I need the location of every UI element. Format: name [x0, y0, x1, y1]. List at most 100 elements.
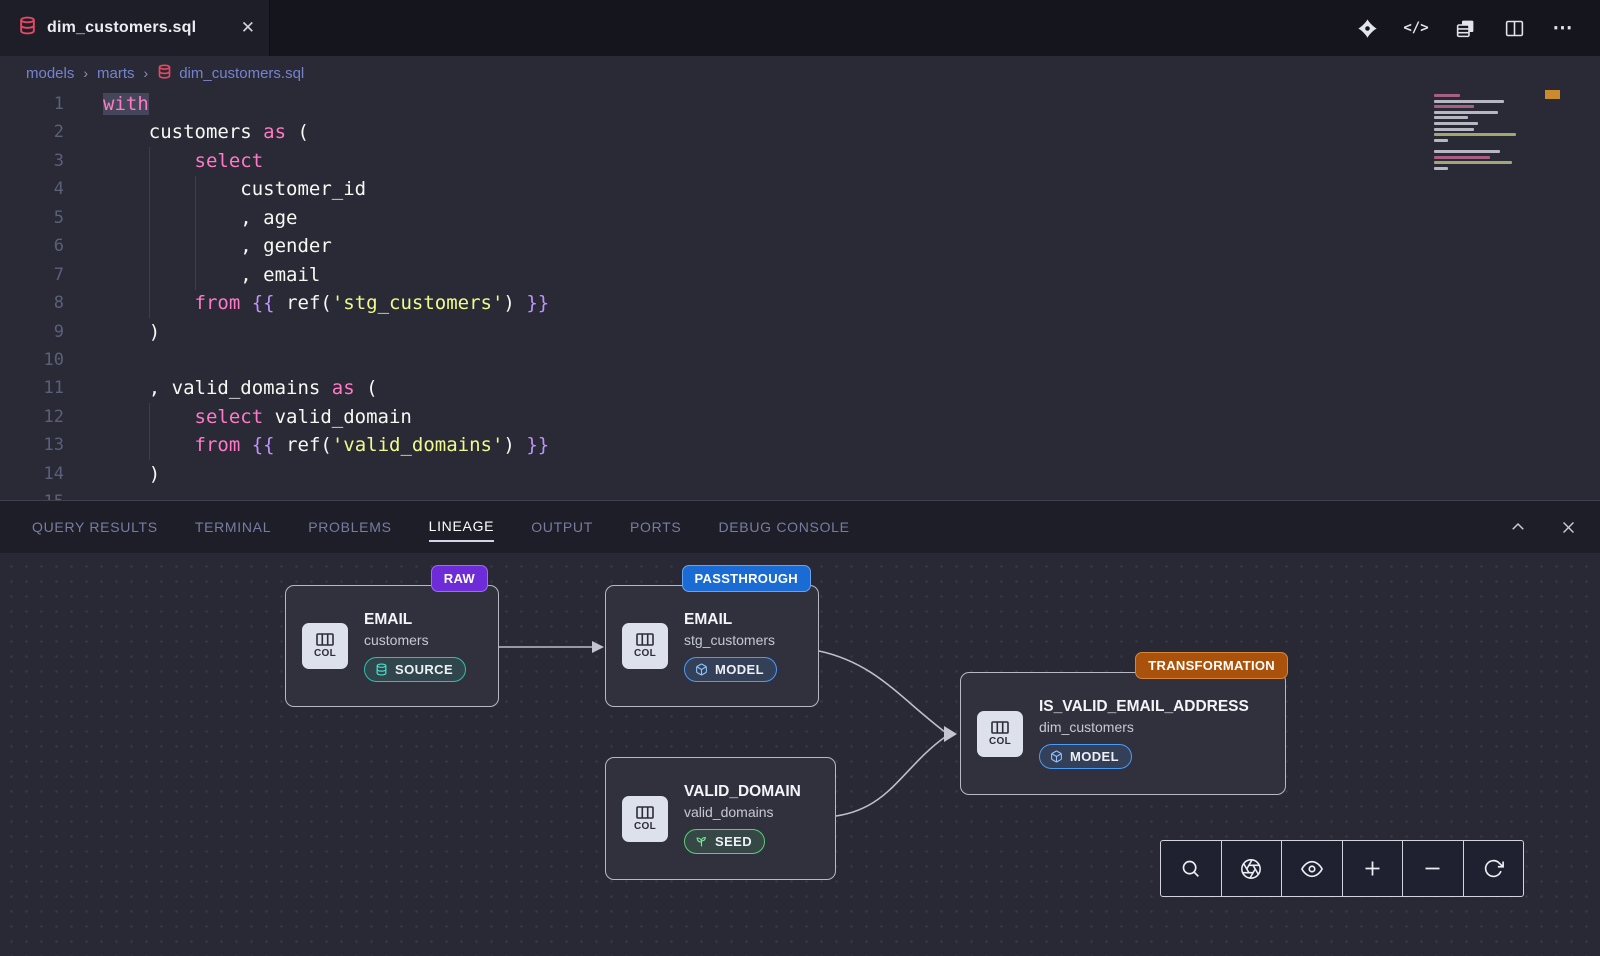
code-line[interactable]: 11 , valid_domains as ( — [0, 374, 1600, 402]
code-editor[interactable]: 1with2 customers as (3 select4 customer_… — [0, 90, 1600, 500]
model-badge: MODEL — [1039, 744, 1132, 769]
code-line[interactable]: 8 from {{ ref('stg_customers') }} — [0, 289, 1600, 317]
line-number: 9 — [0, 318, 64, 346]
breadcrumb-separator: › — [144, 65, 149, 81]
column-icon: COL — [977, 711, 1023, 757]
query-results-icon[interactable] — [1454, 17, 1476, 39]
code-line[interactable]: 14 ) — [0, 460, 1600, 488]
panel-tabs: QUERY RESULTS TERMINAL PROBLEMS LINEAGE OUTP… — [32, 512, 850, 542]
line-number: 5 — [0, 204, 64, 232]
title-bar: dim_customers.sql ✕ </> ⋯ — [0, 0, 1600, 56]
lineage-node-is-valid-email-address[interactable]: TRANSFORMATION COL IS_VALID_EMAIL_ADDRES… — [960, 672, 1286, 795]
dbt-logo-icon[interactable] — [1356, 17, 1378, 39]
indent-guide — [195, 176, 196, 290]
aperture-icon[interactable] — [1222, 841, 1283, 896]
code-line[interactable]: 13 from {{ ref('valid_domains') }} — [0, 431, 1600, 459]
search-icon[interactable] — [1161, 841, 1222, 896]
node-subtitle: dim_customers — [1039, 719, 1249, 735]
indent-guide — [149, 403, 150, 460]
close-tab-icon[interactable]: ✕ — [241, 18, 255, 38]
eye-icon[interactable] — [1282, 841, 1343, 896]
tab-title: dim_customers.sql — [47, 19, 196, 37]
panel-tab-query-results[interactable]: QUERY RESULTS — [32, 513, 158, 541]
col-label: COL — [314, 648, 336, 659]
line-number: 7 — [0, 261, 64, 289]
panel-tab-problems[interactable]: PROBLEMS — [308, 513, 391, 541]
line-number: 11 — [0, 374, 64, 402]
col-label: COL — [989, 736, 1011, 747]
code-area[interactable]: 1with2 customers as (3 select4 customer_… — [0, 90, 1600, 500]
node-subtitle: customers — [364, 632, 466, 648]
lineage-node-email-customers[interactable]: RAW COL EMAIL customers SOURCE — [285, 585, 499, 707]
node-subtitle: valid_domains — [684, 804, 801, 820]
code-line[interactable]: 9 ) — [0, 318, 1600, 346]
code-line[interactable]: 1with — [0, 90, 1600, 118]
code-line[interactable]: 15 — [0, 488, 1600, 500]
line-number: 13 — [0, 431, 64, 459]
breadcrumb: models › marts › dim_customers.sql — [0, 56, 1600, 90]
code-line[interactable]: 7 , email — [0, 261, 1600, 289]
column-icon: COL — [622, 623, 668, 669]
panel-tab-ports[interactable]: PORTS — [630, 513, 681, 541]
close-panel-icon[interactable] — [1558, 517, 1578, 537]
minimap[interactable] — [1434, 92, 1534, 172]
lineage-node-email-stg-customers[interactable]: PASSTHROUGH COL EMAIL stg_customers MODE… — [605, 585, 819, 707]
cube-icon — [1050, 750, 1063, 763]
bottom-panel-bar: QUERY RESULTS TERMINAL PROBLEMS LINEAGE OUTP… — [0, 500, 1600, 553]
seedling-icon — [695, 835, 708, 848]
seed-badge: SEED — [684, 829, 765, 854]
titlebar-actions: </> ⋯ — [1356, 0, 1600, 56]
lineage-node-valid-domain[interactable]: COL VALID_DOMAIN valid_domains SEED — [605, 757, 836, 880]
code-line[interactable]: 3 select — [0, 147, 1600, 175]
line-number: 6 — [0, 232, 64, 260]
lineage-toolbar — [1160, 840, 1524, 897]
line-number: 10 — [0, 346, 64, 374]
breadcrumb-item-marts[interactable]: marts — [97, 65, 135, 82]
code-preview-icon[interactable]: </> — [1405, 17, 1427, 39]
code-line[interactable]: 4 customer_id — [0, 175, 1600, 203]
refresh-icon[interactable] — [1464, 841, 1524, 896]
column-icon: COL — [302, 623, 348, 669]
passthrough-badge: PASSTHROUGH — [682, 565, 811, 592]
node-title: EMAIL — [684, 611, 777, 629]
panel-tab-terminal[interactable]: TERMINAL — [195, 513, 271, 541]
scrollbar-annotation — [1545, 90, 1560, 99]
transformation-badge: TRANSFORMATION — [1135, 652, 1288, 679]
panel-tab-output[interactable]: OUTPUT — [531, 513, 593, 541]
breadcrumb-file[interactable]: dim_customers.sql — [157, 64, 304, 83]
zoom-out-icon[interactable] — [1403, 841, 1464, 896]
panel-tab-debug-console[interactable]: DEBUG CONSOLE — [718, 513, 849, 541]
node-subtitle: stg_customers — [684, 632, 777, 648]
line-number: 4 — [0, 175, 64, 203]
breadcrumb-file-name: dim_customers.sql — [179, 65, 304, 82]
chevron-up-icon[interactable] — [1508, 517, 1528, 537]
code-line[interactable]: 2 customers as ( — [0, 118, 1600, 146]
panel-tab-lineage[interactable]: LINEAGE — [429, 512, 495, 542]
editor-tab[interactable]: dim_customers.sql ✕ — [0, 0, 270, 56]
code-line[interactable]: 10 — [0, 346, 1600, 374]
line-number: 14 — [0, 460, 64, 488]
node-title: EMAIL — [364, 611, 466, 629]
breadcrumb-item-models[interactable]: models — [26, 65, 74, 82]
col-label: COL — [634, 648, 656, 659]
split-editor-icon[interactable] — [1503, 17, 1525, 39]
model-badge: MODEL — [684, 657, 777, 682]
indent-guide — [149, 147, 150, 318]
node-title: IS_VALID_EMAIL_ADDRESS — [1039, 698, 1249, 716]
panel-actions — [1508, 517, 1578, 537]
raw-badge: RAW — [431, 565, 488, 592]
lineage-canvas[interactable]: RAW COL EMAIL customers SOURCE PASSTHROU… — [0, 553, 1600, 956]
col-label: COL — [634, 821, 656, 832]
database-icon — [157, 64, 172, 83]
code-line[interactable]: 6 , gender — [0, 232, 1600, 260]
line-number: 3 — [0, 147, 64, 175]
line-number: 12 — [0, 403, 64, 431]
zoom-in-icon[interactable] — [1343, 841, 1404, 896]
code-line[interactable]: 12 select valid_domain — [0, 403, 1600, 431]
code-line[interactable]: 5 , age — [0, 204, 1600, 232]
more-actions-icon[interactable]: ⋯ — [1552, 17, 1574, 39]
line-number: 15 — [0, 488, 64, 500]
line-number: 2 — [0, 118, 64, 146]
source-badge: SOURCE — [364, 657, 466, 682]
column-icon: COL — [622, 796, 668, 842]
